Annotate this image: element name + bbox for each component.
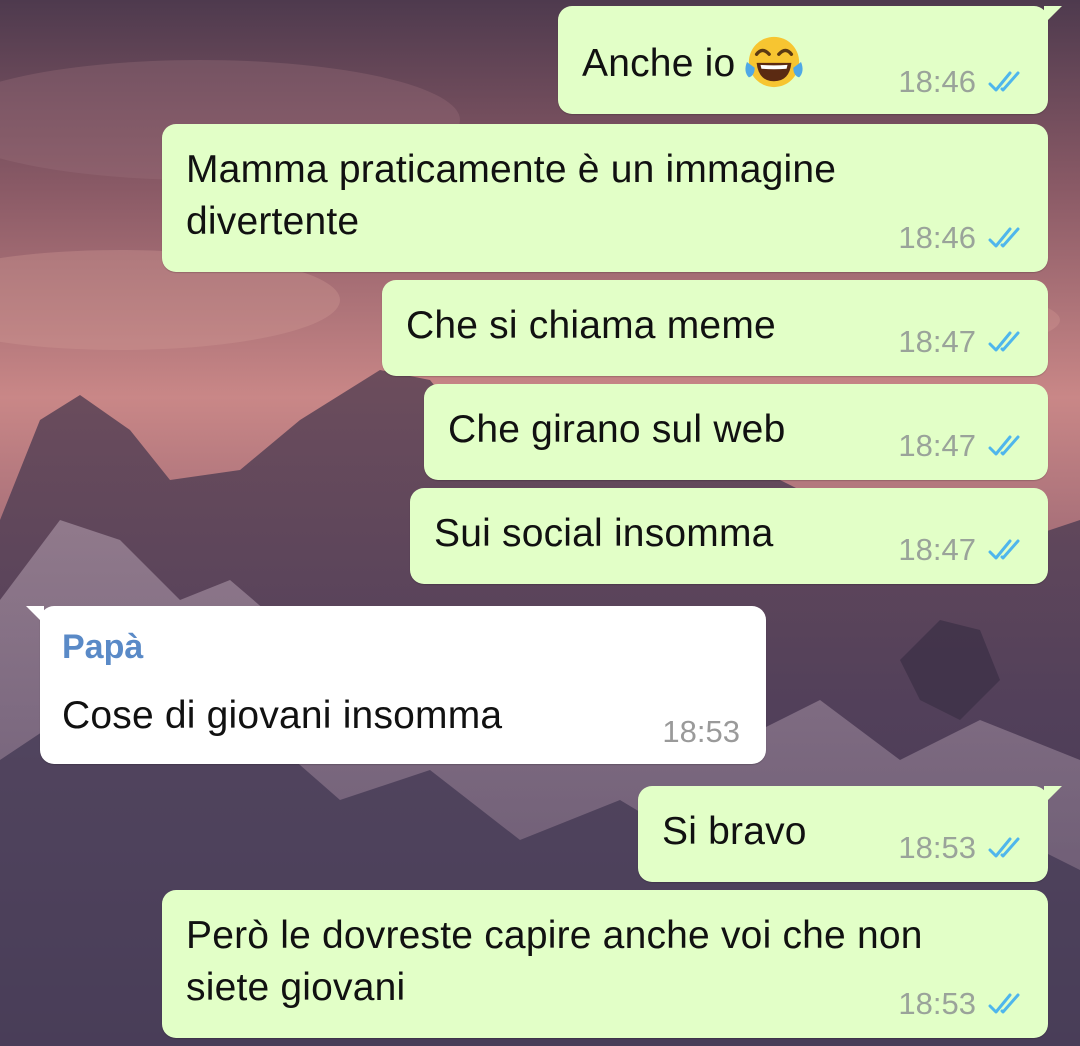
message-text: Cose di giovani insomma: [62, 694, 503, 737]
message-meta: 18:53: [662, 714, 740, 750]
message-meta: 18:46: [898, 64, 1026, 100]
message-time: 18:47: [898, 324, 976, 359]
message-bubble-outgoing[interactable]: Anche io 18:46: [558, 6, 1062, 114]
double-check-icon: [988, 331, 1020, 352]
message-meta: 18:47: [898, 428, 1026, 464]
message-meta: 18:53: [898, 986, 1026, 1022]
message-meta: 18:46: [898, 220, 1026, 256]
message-meta: 18:47: [898, 532, 1026, 568]
message-bubble-incoming[interactable]: Papà Cose di giovani insomma 18:53: [26, 606, 766, 764]
double-check-icon: [988, 993, 1020, 1014]
message-time: 18:53: [898, 986, 976, 1021]
message-time: 18:46: [898, 64, 976, 99]
face-with-tears-of-joy-icon: [745, 36, 803, 87]
message-bubble-outgoing[interactable]: Che si chiama meme 18:47: [382, 280, 1048, 376]
message-meta: 18:53: [898, 830, 1026, 866]
message-bubble-outgoing[interactable]: Mamma praticamente è un immagine diverte…: [162, 124, 1048, 272]
message-time: 18:53: [898, 830, 976, 865]
double-check-icon: [988, 71, 1020, 92]
message-time: 18:53: [662, 714, 740, 749]
message-bubble-outgoing[interactable]: Sui social insomma 18:47: [410, 488, 1048, 584]
message-time: 18:47: [898, 428, 976, 463]
double-check-icon: [988, 837, 1020, 858]
message-bubble-outgoing[interactable]: Che girano sul web 18:47: [424, 384, 1048, 480]
message-time: 18:46: [898, 220, 976, 255]
message-time: 18:47: [898, 532, 976, 567]
double-check-icon: [988, 435, 1020, 456]
message-meta: 18:47: [898, 324, 1026, 360]
message-bubble-outgoing[interactable]: Però le dovreste capire anche voi che no…: [162, 890, 1048, 1038]
sender-name[interactable]: Papà: [62, 628, 143, 667]
double-check-icon: [988, 539, 1020, 560]
double-check-icon: [988, 227, 1020, 248]
message-text: Però le dovreste capire anche voi che no…: [186, 914, 923, 1009]
message-text: Mamma praticamente è un immagine diverte…: [186, 148, 837, 243]
message-bubble-outgoing[interactable]: Si bravo 18:53: [638, 786, 1062, 882]
